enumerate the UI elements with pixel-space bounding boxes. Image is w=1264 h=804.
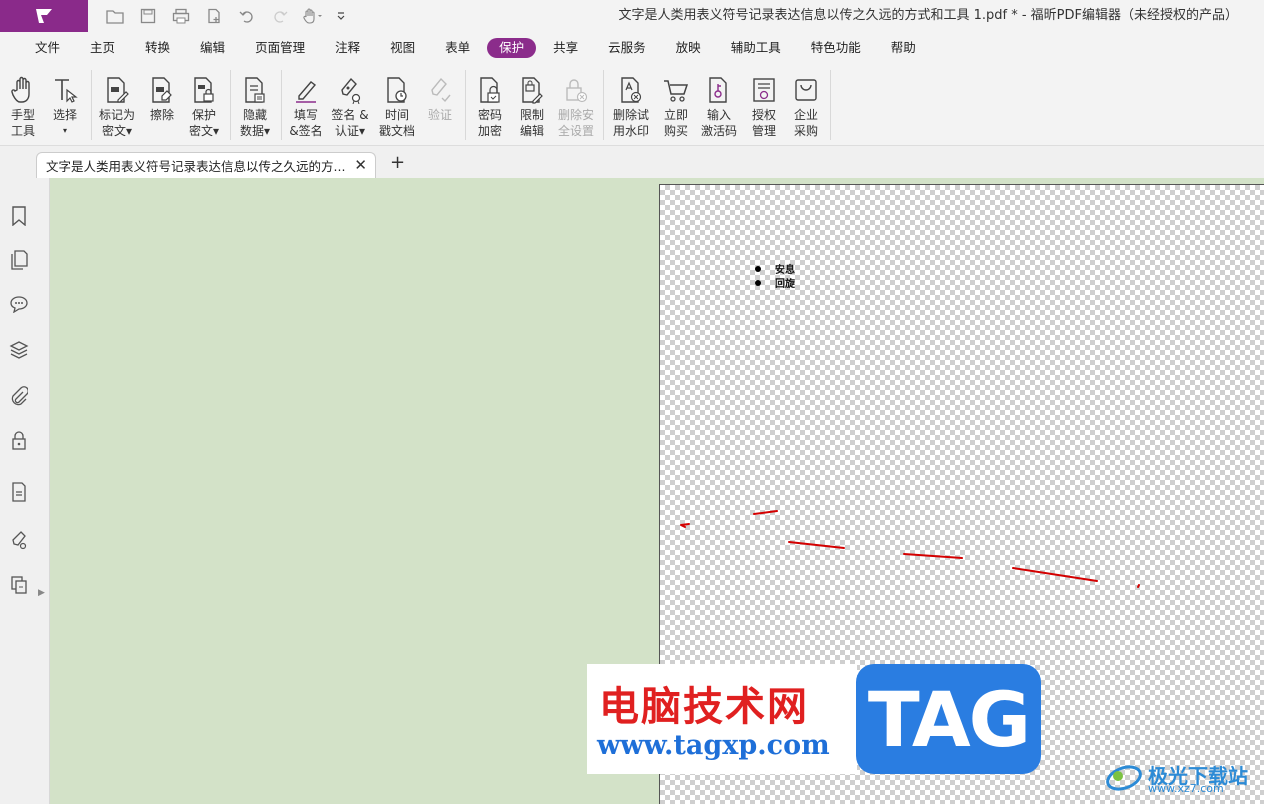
sign-certify-button[interactable]: 签名 & 认证▾ [327,70,373,142]
quick-access-toolbar [98,0,353,32]
aurora-logo-icon [1104,756,1144,796]
signature-panel-icon[interactable] [7,528,31,552]
menu-protect[interactable]: 保护 [487,38,537,58]
separator [230,70,231,140]
menu-view[interactable]: 视图 [377,38,428,58]
enter-activation-code-button[interactable]: 输入 激活码 [696,70,742,142]
title-bar: 文字是人类用表义符号记录表达信息以传之久远的方式和工具 1.pdf * - 福昕… [0,0,1264,32]
enterprise-bag-icon [791,70,821,104]
document-tab-label: 文字是人类用表义符号记录表达信息以传之久远的方... [46,159,346,174]
mark-for-redaction-button[interactable]: 标记为 密文▾ [94,70,140,142]
save-icon[interactable] [131,0,164,32]
hand-tool-dropdown-icon[interactable] [296,0,329,32]
ribbon-toolbar: 手型 工具 选择 ▾ 标记为 密文▾ 擦除 保护 密文▾ 隐藏 数据▾ 填写 &签名 签名 … [0,64,1264,146]
menu-features[interactable]: 特色功能 [798,38,874,58]
menu-present[interactable]: 放映 [663,38,714,58]
hand-tool-button[interactable]: 手型 工具 [0,70,46,142]
enterprise-purchase-button[interactable]: 企业 采购 [783,70,829,142]
close-tab-icon[interactable]: ✕ [354,156,367,174]
menu-file[interactable]: 文件 [22,38,73,58]
customize-toolbar-icon[interactable] [329,0,353,32]
protect-redaction-button[interactable]: 保护 密文▾ [181,70,227,142]
new-document-icon[interactable] [197,0,230,32]
document-tab-bar: 文字是人类用表义符号记录表达信息以传之久远的方... ✕ + [0,146,1264,178]
menu-help[interactable]: 帮助 [878,38,929,58]
undo-icon[interactable] [230,0,263,32]
pages-icon[interactable] [7,248,31,272]
menu-accessibility[interactable]: 辅助工具 [718,38,794,58]
timestamp-button[interactable]: 时间 戳文档 [374,70,420,142]
menu-convert[interactable]: 转换 [132,38,183,58]
layers-icon[interactable] [7,338,31,362]
document-properties-icon[interactable] [7,480,31,504]
menu-bar: 文件 主页 转换 编辑 页面管理 注释 视图 表单 保护 共享 云服务 放映 辅… [0,32,1264,64]
navigation-sidebar: ▶ [0,178,50,804]
watermark-site-url: www.xz7.com [1148,782,1224,795]
separator [603,70,604,140]
password-lock-icon [475,70,505,104]
redo-icon[interactable] [263,0,296,32]
validate-button[interactable]: 验证 [417,70,463,142]
validate-pen-icon [425,70,455,104]
window-title: 文字是人类用表义符号记录表达信息以传之久远的方式和工具 1.pdf * - 福昕… [618,8,1238,23]
app-window: { "window": {"title": "文字是人类用表义符号记录表达信息以… [0,0,1264,804]
menu-comment[interactable]: 注释 [322,38,373,58]
text-select-icon [50,70,80,104]
watermark-url: www.tagxp.com [597,730,830,761]
watermark-tag-logo: TAG [856,664,1041,774]
eraser-doc-icon [147,70,177,104]
select-tool-button[interactable]: 选择 ▾ [42,70,88,142]
fill-sign-button[interactable]: 填写 &签名 [283,70,329,142]
comments-icon[interactable] [7,292,31,316]
download-site-watermark: 极光下载站 www.xz7.com [1104,752,1248,800]
menu-home[interactable]: 主页 [77,38,128,58]
security-lock-icon[interactable] [7,428,31,452]
remove-watermark-icon [616,70,646,104]
shopping-cart-icon [661,70,691,104]
license-management-button[interactable]: 授权 管理 [741,70,787,142]
menu-share[interactable]: 共享 [540,38,591,58]
hidden-data-icon [240,70,270,104]
open-folder-icon[interactable] [98,0,131,32]
site-watermark: 电脑技术网 www.tagxp.com TAG [587,664,1041,774]
redact-mark-icon [102,70,132,104]
restrict-edit-icon [517,70,547,104]
remove-trial-watermark-button[interactable]: 删除试 用水印 [608,70,654,142]
separator [281,70,282,140]
bookmark-icon[interactable] [7,204,31,228]
hand-icon [8,70,38,104]
erase-button[interactable]: 擦除 [139,70,185,142]
pen-certify-icon [335,70,365,104]
timestamp-icon [382,70,412,104]
lock-doc-icon [189,70,219,104]
key-doc-icon [704,70,734,104]
buy-now-button[interactable]: 立即 购买 [653,70,699,142]
attachment-icon[interactable] [7,384,31,408]
new-tab-button[interactable]: + [390,152,405,173]
app-logo [0,0,88,32]
watermark-cn-text: 电脑技术网 [599,684,809,730]
hide-data-button[interactable]: 隐藏 数据▾ [232,70,278,142]
menu-edit[interactable]: 编辑 [187,38,238,58]
compare-pages-icon[interactable] [7,573,31,597]
separator [465,70,466,140]
document-tab[interactable]: 文字是人类用表义符号记录表达信息以传之久远的方... ✕ [36,152,376,178]
menu-cloud[interactable]: 云服务 [595,38,659,58]
license-icon [749,70,779,104]
remove-security-button[interactable]: 删除安 全设置 [553,70,599,142]
fill-sign-icon [291,70,321,104]
unlock-remove-icon [561,70,591,104]
separator [830,70,831,140]
print-icon[interactable] [164,0,197,32]
separator [91,70,92,140]
menu-form[interactable]: 表单 [432,38,483,58]
expand-panel-icon[interactable]: ▶ [38,588,45,598]
restrict-edit-button[interactable]: 限制 编辑 [509,70,555,142]
menu-organize[interactable]: 页面管理 [242,38,318,58]
password-encrypt-button[interactable]: 密码 加密 [467,70,513,142]
